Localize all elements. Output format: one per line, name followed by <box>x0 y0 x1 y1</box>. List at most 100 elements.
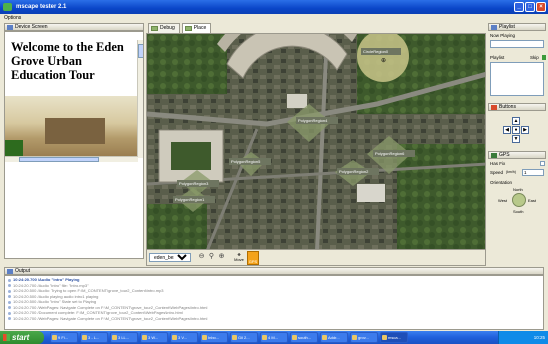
aerial-map[interactable]: CircleRegion0 ⊕ PolygonRegion4 PolygonRe… <box>147 34 486 252</box>
map-region-label: PolygonRegion2 <box>339 169 369 174</box>
building-roof <box>45 118 105 144</box>
gps-title: GPS <box>499 152 510 158</box>
has-fix-label: Has Fix <box>490 161 506 166</box>
taskbar-item[interactable]: 3 W... <box>140 332 168 343</box>
taskbar: start 9 Fi... 3 - L... 3 LL... 3 W... 3 … <box>0 331 548 344</box>
taskbar-item[interactable]: msca... <box>380 332 408 343</box>
playlist-list[interactable] <box>490 62 544 96</box>
device-screen[interactable]: Welcome to the Eden Grove Urban Educatio… <box>4 31 144 259</box>
satellite-icon <box>491 153 497 158</box>
taskbar-item[interactable]: grov... <box>350 332 378 343</box>
tab-debug[interactable]: Debug <box>148 23 180 33</box>
map-layer-select[interactable]: eden_best <box>149 253 191 262</box>
move-button[interactable]: ✥ Move <box>232 251 246 265</box>
skip-label[interactable]: Skip <box>530 55 539 60</box>
map-view[interactable]: CircleRegion0 ⊕ PolygonRegion4 PolygonRe… <box>146 33 486 266</box>
compass-south: South <box>513 209 524 214</box>
now-playing-label: Now Playing <box>490 33 516 38</box>
buttons-title: Buttons <box>499 104 516 110</box>
output-icon <box>7 269 13 274</box>
compass-east: East <box>528 198 537 203</box>
move-label: Move <box>234 257 244 262</box>
taskbar-item[interactable]: 3 - L... <box>80 332 108 343</box>
device-icon <box>7 25 13 30</box>
menu-bar: Options <box>0 14 548 22</box>
right-sidebar: Playlist Now Playing Playlist Skip Butto… <box>488 23 546 263</box>
compass-dial[interactable] <box>512 193 526 207</box>
windows-flag-icon <box>3 334 10 341</box>
gps-label: GPS <box>248 259 258 264</box>
taskbar-item[interactable]: 9 Fi... <box>50 332 78 343</box>
menu-options[interactable]: Options <box>4 15 21 21</box>
scroll-thumb[interactable] <box>19 157 99 162</box>
output-log[interactable]: 10:24:20.700 /Audio "intro" Playing 10:2… <box>4 275 544 330</box>
map-region-label: CircleRegion0 <box>363 49 389 54</box>
search-icon[interactable]: ⚲ <box>207 252 216 261</box>
map-region-label: PolygonRegion5 <box>231 159 261 164</box>
playlist-label: Playlist <box>490 55 505 60</box>
tour-banner-image <box>5 96 138 156</box>
zoom-in-icon[interactable]: ⊕ <box>217 252 226 261</box>
speed-label: Speed <box>490 170 504 175</box>
buttons-panel: Buttons ▲ ◀ ● ▶ ▼ <box>488 103 546 149</box>
log-line: 10:24:20.700 /WebPages: Navigate Complet… <box>7 316 541 322</box>
map-region-label: PolygonRegion4 <box>298 118 328 123</box>
app-icon <box>3 3 12 11</box>
zoom-icon[interactable]: ⊖ <box>197 252 206 261</box>
gps-button[interactable]: GPS <box>247 251 259 265</box>
output-header: Output <box>4 267 544 275</box>
scroll-thumb[interactable] <box>138 44 143 58</box>
tree-graphic <box>5 140 23 156</box>
window-title: mscape tester 2.1 <box>16 4 67 10</box>
device-screen-title: Device Screen <box>15 24 48 30</box>
gps-panel: GPS Has Fix Speed (km/h) 1 Orientation N… <box>488 151 546 263</box>
map-region-label: PolygonRegion3 <box>179 181 209 186</box>
place-icon <box>184 26 192 31</box>
taskbar-item[interactable]: south... <box>290 332 318 343</box>
start-button[interactable]: start <box>0 331 44 344</box>
playlist-header: Playlist <box>488 23 546 31</box>
place-panel: Debug Place CircleRegion0 ⊕ PolygonRegio… <box>146 23 486 266</box>
left-button[interactable]: ◀ <box>503 126 511 134</box>
taskbar-item[interactable]: 3 LL... <box>110 332 138 343</box>
right-button[interactable]: ▶ <box>521 126 529 134</box>
device-horizontal-scrollbar[interactable] <box>5 156 138 162</box>
minimize-button[interactable]: _ <box>514 2 524 12</box>
select-button[interactable]: ● <box>512 126 520 134</box>
maximize-button[interactable]: □ <box>525 2 535 12</box>
speed-unit: (km/h) <box>506 170 516 174</box>
taskbar-item[interactable]: Gil 2... <box>230 332 258 343</box>
system-tray: 10:25 <box>498 331 548 344</box>
tab-place[interactable]: Place <box>181 23 212 33</box>
tab-label: Place <box>193 25 207 31</box>
device-screen-panel: Device Screen Welcome to the Eden Grove … <box>4 23 144 259</box>
close-button[interactable]: × <box>536 2 546 12</box>
playlist-title: Playlist <box>499 24 515 30</box>
tab-bar: Debug Place <box>146 23 486 33</box>
taskbar-item[interactable]: Inbo... <box>200 332 228 343</box>
svg-text:⊕: ⊕ <box>381 58 386 64</box>
output-title: Output <box>15 268 31 274</box>
taskbar-item[interactable]: 3 V... <box>170 332 198 343</box>
down-button[interactable]: ▼ <box>512 135 520 143</box>
taskbar-item[interactable]: Addr... <box>320 332 348 343</box>
map-toolbar: eden_best ⊖ ⚲ ⊕ ✥ Move GPS <box>147 249 485 265</box>
clock[interactable]: 10:25 <box>534 335 545 340</box>
has-fix-checkbox[interactable] <box>540 161 545 166</box>
taskbar-item[interactable]: 4 M... <box>260 332 288 343</box>
playlist-icon <box>491 25 497 30</box>
buttons-header: Buttons <box>488 103 546 111</box>
speed-input[interactable]: 1 <box>522 169 544 176</box>
map-region-label: PolygonRegion1 <box>175 197 205 202</box>
gps-header: GPS <box>488 151 546 159</box>
playlist-panel: Playlist Now Playing Playlist Skip <box>488 23 546 97</box>
device-vertical-scrollbar[interactable] <box>137 40 143 158</box>
up-button[interactable]: ▲ <box>512 117 520 125</box>
now-playing-field <box>490 40 544 48</box>
compass-west: West <box>498 198 508 203</box>
orientation-label: Orientation <box>490 180 513 185</box>
device-screen-header: Device Screen <box>4 23 144 31</box>
taskbar-tasks: 9 Fi... 3 - L... 3 LL... 3 W... 3 V... I… <box>50 332 408 343</box>
output-panel: Output 10:24:20.700 /Audio "intro" Playi… <box>4 267 544 330</box>
skip-icon[interactable] <box>542 55 546 60</box>
